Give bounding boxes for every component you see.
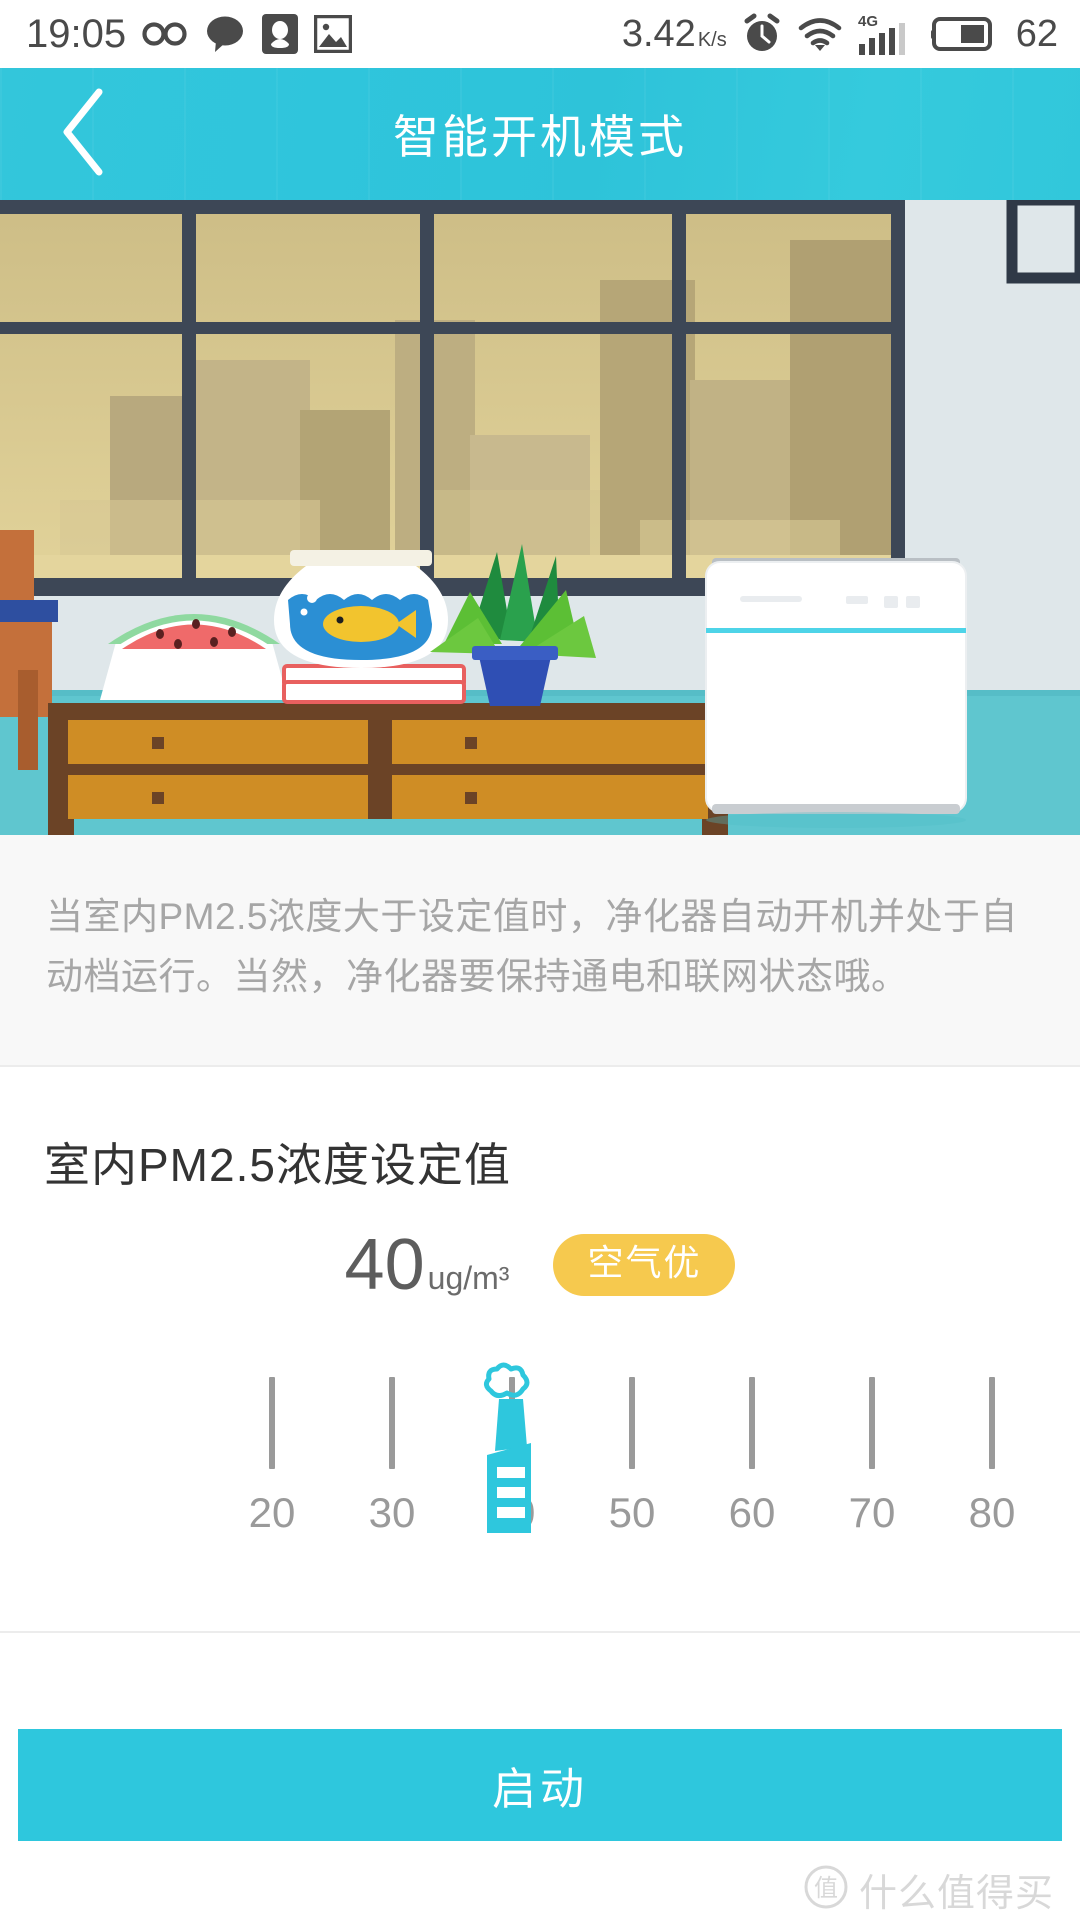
slider-track[interactable]: 20304050607080 [0, 1349, 1080, 1579]
status-bar-right: 3.42 K/s 4G 62 [622, 12, 1058, 56]
chevron-left-icon [57, 86, 109, 183]
footer-area: 启动 值 什么值得买 [0, 1633, 1080, 1915]
pm25-slider[interactable]: 20304050607080 [0, 1349, 1080, 1579]
infinity-icon [142, 19, 188, 49]
battery-percent: 62 [1015, 12, 1058, 55]
status-bar-left: 19:05 [26, 12, 353, 56]
slider-thumb[interactable] [457, 1355, 567, 1545]
slider-tick-label: 60 [728, 1488, 776, 1536]
svg-text:值: 值 [814, 1875, 838, 1902]
value-row: 40 ug/m³ 空气优 [0, 1229, 1080, 1301]
pm25-value: 40 [344, 1224, 425, 1305]
watermark: 值 什么值得买 [803, 1862, 1054, 1917]
pm25-value-display: 40 ug/m³ [345, 1229, 510, 1301]
start-button[interactable]: 启动 [18, 1728, 1062, 1841]
pm25-unit: ug/m³ [427, 1259, 510, 1296]
status-bar: 19:05 3.42 K/s 4G 62 [0, 0, 1080, 68]
slider-tick-label: 50 [608, 1488, 656, 1536]
app-header: 智能开机模式 [0, 68, 1080, 200]
slider-tick [869, 1376, 875, 1469]
slider-tick-label: 30 [368, 1488, 416, 1536]
watermark-text: 什么值得买 [858, 1872, 1054, 1915]
hero-illustration [0, 200, 1080, 835]
wifi-icon [797, 16, 843, 52]
network-speed: 3.42 K/s [622, 13, 727, 56]
setting-title: 室内PM2.5浓度设定值 [44, 1138, 511, 1191]
svg-text:4G: 4G [858, 13, 878, 30]
air-quality-badge: 空气优 [553, 1233, 736, 1296]
slider-tick [989, 1376, 995, 1469]
chat-bubble-icon [204, 15, 246, 53]
qq-penguin-icon [262, 14, 299, 54]
slider-tick [749, 1376, 755, 1469]
description-text: 当室内PM2.5浓度大于设定值时，净化器自动开机并处于自动档运行。当然，净化器要… [46, 896, 1018, 997]
page-title: 智能开机模式 [393, 111, 687, 163]
room-scene-svg [0, 200, 1080, 835]
back-button[interactable] [28, 68, 138, 200]
watermark-logo-icon: 值 [803, 1864, 849, 1915]
network-speed-value: 3.42 [621, 12, 696, 55]
slider-tick [269, 1376, 275, 1469]
setting-section: 室内PM2.5浓度设定值 40 ug/m³ 空气优 20 30 40 50 60 70 80 [0, 1066, 1080, 1633]
slider-tick [629, 1376, 635, 1469]
slider-tick-label: 70 [848, 1488, 896, 1536]
slider-tick-label: 80 [968, 1488, 1016, 1536]
status-clock: 19:05 [26, 12, 127, 56]
alarm-clock-icon [742, 13, 782, 55]
factory-smokestack-icon [483, 1362, 531, 1533]
slider-tick [389, 1376, 395, 1469]
slider-tick-label: 20 [248, 1488, 296, 1536]
description-section: 当室内PM2.5浓度大于设定值时，净化器自动开机并处于自动档运行。当然，净化器要… [0, 835, 1080, 1067]
network-speed-unit: K/s [697, 28, 727, 51]
signal-4g-icon: 4G [858, 12, 916, 56]
gallery-icon [314, 15, 353, 53]
battery-icon [930, 16, 997, 52]
